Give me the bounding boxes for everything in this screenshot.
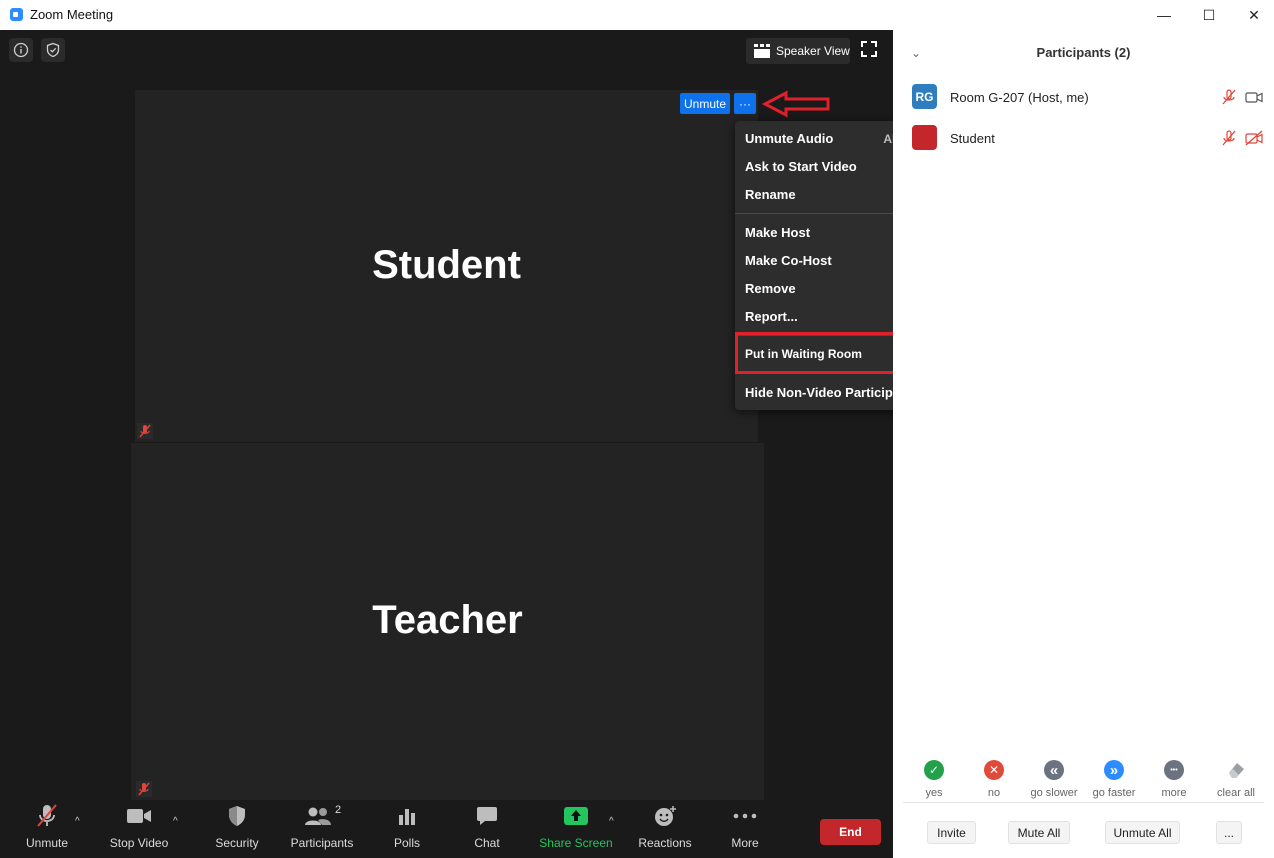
menu-item-unmute-audio[interactable]: Unmute Audio: [745, 131, 833, 146]
share-screen-button[interactable]: Share Screen: [538, 800, 614, 858]
participants-label: Participants: [290, 836, 354, 850]
panel-more-button[interactable]: ...: [1216, 821, 1242, 844]
polls-label: Polls: [393, 836, 420, 850]
share-screen-label: Share Screen: [539, 836, 613, 850]
stop-video-button[interactable]: Stop Video: [105, 800, 173, 858]
meeting-stage: Speaker View Student Teacher Unmute ··· …: [0, 30, 931, 858]
share-screen-icon: [564, 800, 588, 832]
grid-view-icon: [754, 44, 770, 58]
more-label: More: [731, 836, 759, 850]
security-button[interactable]: Security: [207, 800, 267, 858]
muted-mic-icon[interactable]: [1220, 130, 1238, 146]
invite-button[interactable]: Invite: [927, 821, 976, 844]
chat-button[interactable]: Chat: [460, 800, 514, 858]
feedback-more-button[interactable]: ••• more: [1146, 760, 1202, 799]
reactions-label: Reactions: [638, 836, 692, 850]
meeting-toolbar: Unmute ^ Stop Video ^ Security 2 Partici…: [0, 800, 893, 858]
feedback-label: no: [987, 787, 1001, 799]
feedback-label: go slower: [1030, 787, 1078, 799]
speaker-view-label: Speaker View: [776, 44, 850, 58]
tile-unmute-button[interactable]: Unmute: [680, 93, 730, 114]
feedback-yes-button[interactable]: ✓ yes: [906, 760, 962, 799]
shield-icon: [227, 800, 247, 832]
speaker-view-button[interactable]: Speaker View: [746, 38, 850, 64]
muted-mic-icon[interactable]: [1220, 89, 1238, 105]
participant-row[interactable]: Student: [893, 122, 1274, 154]
fast-forward-icon: »: [1104, 760, 1124, 780]
security-label: Security: [215, 836, 259, 850]
minimize-button[interactable]: —: [1144, 3, 1184, 27]
close-button[interactable]: ✕: [1234, 3, 1274, 27]
fullscreen-icon[interactable]: [860, 40, 882, 62]
info-icon[interactable]: [9, 38, 33, 62]
participant-name: Student: [950, 131, 995, 146]
end-meeting-button[interactable]: End: [820, 819, 881, 845]
muted-mic-icon: [35, 800, 59, 832]
menu-item-make-co-host[interactable]: Make Co-Host: [745, 253, 832, 268]
avatar: [912, 125, 937, 150]
feedback-clear-all-button[interactable]: clear all: [1208, 760, 1264, 799]
menu-item-rename[interactable]: Rename: [745, 187, 796, 202]
rewind-icon: «: [1044, 760, 1064, 780]
participant-name-teacher: Teacher: [372, 598, 523, 642]
more-dots-icon: •••: [1164, 760, 1184, 780]
feedback-label: yes: [925, 787, 943, 799]
video-tile-teacher[interactable]: Teacher: [131, 443, 764, 801]
video-off-icon[interactable]: [1245, 130, 1263, 146]
polls-bar-chart-icon: [397, 800, 417, 832]
unmute-button[interactable]: Unmute: [17, 800, 77, 858]
reactions-button[interactable]: Reactions: [634, 800, 696, 858]
panel-title: Participants (2): [1036, 45, 1131, 60]
feedback-go-faster-button[interactable]: » go faster: [1086, 760, 1142, 799]
title-bar: Zoom Meeting — ☐ ✕: [0, 0, 1274, 30]
participant-row[interactable]: RG Room G-207 (Host, me): [893, 81, 1274, 113]
zoom-app-icon: [10, 8, 23, 21]
share-options-caret-icon[interactable]: ^: [609, 816, 614, 827]
chat-bubble-icon: [476, 800, 498, 832]
menu-item-remove[interactable]: Remove: [745, 281, 796, 296]
encryption-shield-icon[interactable]: [41, 38, 65, 62]
video-camera-icon: [126, 800, 152, 832]
unmute-all-button[interactable]: Unmute All: [1105, 821, 1180, 844]
participants-button[interactable]: 2 Participants: [290, 800, 354, 858]
participants-panel: ⌄ Participants (2) RG Room G-207 (Host, …: [893, 30, 1274, 858]
avatar: RG: [912, 84, 937, 109]
tile-more-options-button[interactable]: ···: [734, 93, 756, 114]
window-title: Zoom Meeting: [30, 7, 114, 22]
more-dots-icon: [733, 800, 757, 832]
unmute-label: Unmute: [25, 836, 69, 850]
audio-options-caret-icon[interactable]: ^: [75, 816, 80, 827]
check-icon: ✓: [924, 760, 944, 780]
feedback-label: clear all: [1217, 787, 1255, 799]
muted-mic-icon: [137, 423, 153, 439]
eraser-icon: [1229, 763, 1244, 778]
panel-divider: [903, 802, 1264, 803]
video-tile-student[interactable]: Student: [135, 90, 758, 442]
participant-name: Room G-207 (Host, me): [950, 90, 1089, 105]
more-button[interactable]: More: [718, 800, 772, 858]
chat-label: Chat: [474, 836, 500, 850]
feedback-go-slower-button[interactable]: « go slower: [1026, 760, 1082, 799]
menu-item-make-host[interactable]: Make Host: [745, 225, 810, 240]
participants-count: 2: [334, 804, 342, 816]
video-options-caret-icon[interactable]: ^: [173, 816, 178, 827]
maximize-button[interactable]: ☐: [1189, 3, 1229, 27]
feedback-label: go faster: [1092, 787, 1136, 799]
menu-item-ask-start-video[interactable]: Ask to Start Video: [745, 159, 857, 174]
reaction-smiley-icon: [653, 800, 677, 832]
feedback-label: more: [1161, 787, 1187, 799]
menu-item-report[interactable]: Report...: [745, 309, 798, 324]
participant-name-student: Student: [372, 243, 521, 287]
muted-mic-icon: [136, 781, 152, 797]
polls-button[interactable]: Polls: [380, 800, 434, 858]
stop-video-label: Stop Video: [109, 836, 169, 850]
feedback-no-button[interactable]: ✕ no: [966, 760, 1022, 799]
annotation-arrow-icon: [762, 90, 830, 118]
mute-all-button[interactable]: Mute All: [1008, 821, 1070, 844]
x-icon: ✕: [984, 760, 1004, 780]
video-camera-icon[interactable]: [1245, 89, 1263, 105]
participants-icon: 2: [303, 800, 341, 832]
